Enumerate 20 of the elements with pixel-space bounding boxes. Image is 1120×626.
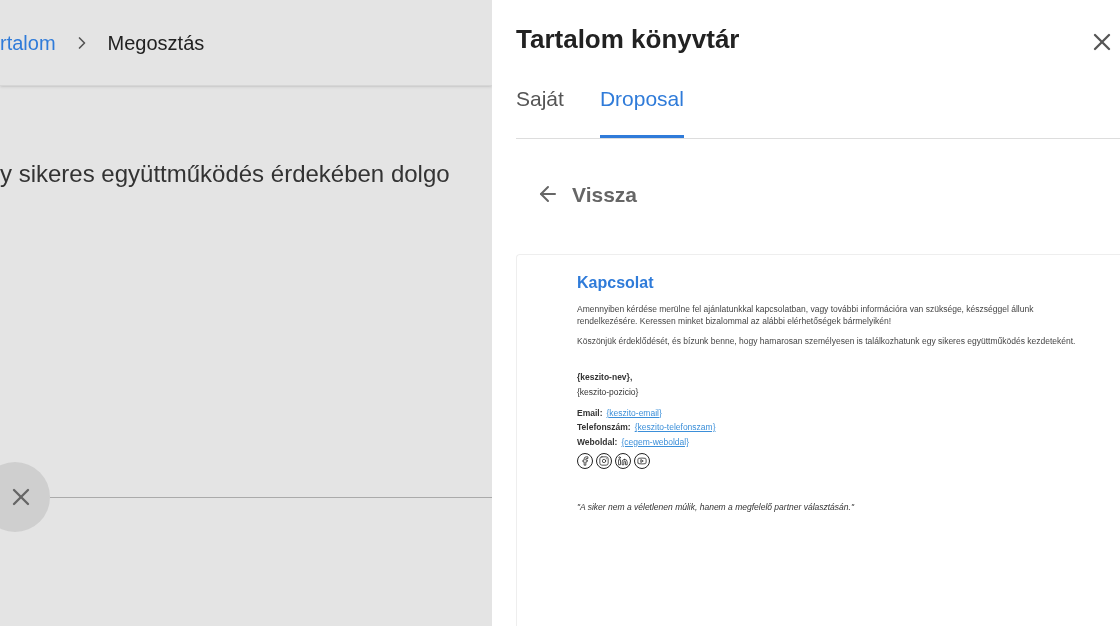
close-button[interactable] xyxy=(0,462,50,532)
preview-heading: Kapcsolat xyxy=(577,273,655,293)
author-position: {keszito-pozicio} xyxy=(577,385,640,399)
contact-link[interactable]: {cegem-weboldal} xyxy=(621,436,690,449)
author-name: {keszito-nev}, xyxy=(577,371,634,384)
contact-label: Weboldal: xyxy=(577,436,618,449)
back-button[interactable]: Vissza xyxy=(536,178,637,210)
panel-title: Tartalom könyvtár xyxy=(516,23,740,56)
breadcrumb-current: Megosztás xyxy=(107,30,205,56)
tab[interactable]: Droposal xyxy=(599,83,684,138)
contact-link[interactable]: {keszito-telefonszam} xyxy=(634,421,716,434)
tab[interactable]: Saját xyxy=(516,83,564,138)
preview-paragraph: Amennyiben kérdése merülne fel ajánlatunkkal kapcsolatban, vagy további információra van szüksége, készséggel állunk rendelkezésére. Keressen minket bizalommal az alábbi elérhetőségek bármelyikén! xyxy=(577,303,1035,327)
contact-link[interactable]: {keszito-email} xyxy=(606,406,662,420)
contact-label: Telefonszám: xyxy=(577,421,631,434)
breadcrumb-link[interactable]: rtalom xyxy=(0,27,56,58)
quote-text: "A siker nem a véletlenen múlik, hanem a megfelelő partner választásán." xyxy=(577,500,856,514)
contact-label: Email: xyxy=(577,406,603,420)
body-text: y sikeres együttműködés érdekében dolgo xyxy=(0,159,451,189)
preview-paragraph: Köszönjük érdeklődését, és bízunk benne, hogy hamarosan személyesen is találkozhatunk egy sikeres együttműködés kezdeteként. xyxy=(577,335,1077,347)
